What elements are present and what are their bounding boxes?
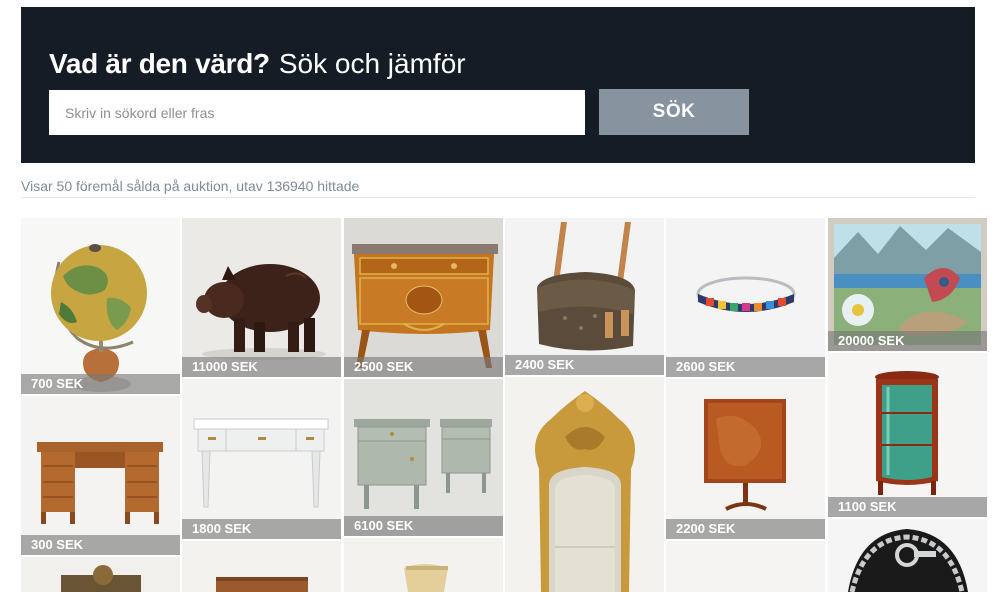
gilt-mirror-icon <box>505 377 664 592</box>
price-label: 2200 SEK <box>666 519 825 539</box>
item-card[interactable]: 1800 SEK <box>182 379 341 539</box>
item-card[interactable] <box>344 538 503 592</box>
object-icon <box>21 557 180 592</box>
writing-desk-icon <box>21 396 180 555</box>
item-card[interactable] <box>182 541 341 592</box>
price-label: 6100 SEK <box>344 516 503 536</box>
bedside-tables-icon <box>344 379 503 536</box>
item-card[interactable] <box>21 557 180 592</box>
globe-icon <box>21 218 180 394</box>
price-label: 300 SEK <box>21 535 180 555</box>
tilt-table-icon <box>666 379 825 539</box>
wooden-box-icon <box>182 541 341 592</box>
item-card[interactable] <box>666 541 825 592</box>
enamel-bangle-icon <box>666 218 825 377</box>
price-label: 700 SEK <box>21 374 180 394</box>
item-card[interactable]: 2200 SEK <box>666 379 825 539</box>
handbag-icon <box>505 218 664 375</box>
item-card[interactable] <box>505 377 664 592</box>
item-card[interactable]: 20000 SEK <box>828 218 987 351</box>
item-card[interactable]: 2600 SEK <box>666 218 825 377</box>
price-label: 1100 SEK <box>828 497 987 517</box>
leather-pig-icon <box>182 218 341 377</box>
chair-icon <box>344 538 503 592</box>
commode-icon <box>344 218 503 377</box>
item-card[interactable] <box>828 519 987 592</box>
price-label: 2500 SEK <box>344 357 503 377</box>
vitrine-cabinet-icon <box>828 353 987 517</box>
item-card[interactable]: 2400 SEK <box>505 218 664 375</box>
price-label: 20000 SEK <box>828 331 987 351</box>
item-card[interactable]: 700 SEK <box>21 218 180 394</box>
white-desk-icon <box>182 379 341 539</box>
results-grid: 700 SEK 300 SEK 11000 SEK 1800 SEK 2500 … <box>0 0 1001 592</box>
silver-necklace-icon <box>828 519 987 592</box>
item-card[interactable]: 1100 SEK <box>828 353 987 517</box>
price-label: 2600 SEK <box>666 357 825 377</box>
price-label: 11000 SEK <box>182 357 341 377</box>
item-card[interactable]: 6100 SEK <box>344 379 503 536</box>
object-icon <box>666 541 825 592</box>
item-card[interactable]: 2500 SEK <box>344 218 503 377</box>
price-label: 1800 SEK <box>182 519 341 539</box>
item-card[interactable]: 11000 SEK <box>182 218 341 377</box>
item-card[interactable]: 300 SEK <box>21 396 180 555</box>
price-label: 2400 SEK <box>505 355 664 375</box>
